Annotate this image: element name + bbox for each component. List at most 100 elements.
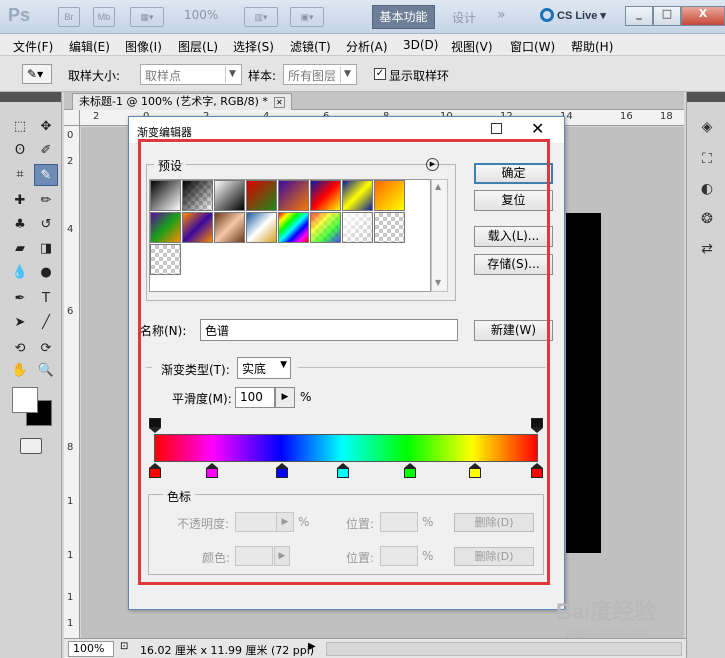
type-tool-icon[interactable]: T [34, 288, 58, 310]
delete-color-stop-button[interactable]: 删除(D) [454, 547, 534, 566]
quick-select-tool-icon[interactable]: ✐ [34, 140, 58, 162]
dock-header[interactable] [687, 92, 725, 102]
quick-mask-icon[interactable] [20, 438, 42, 454]
3d-orbit-tool-icon[interactable]: ⟳ [34, 338, 58, 360]
blur-tool-icon[interactable]: 💧 [8, 262, 32, 284]
preset-swatch[interactable] [374, 180, 405, 211]
reset-button[interactable]: 复位 [474, 190, 553, 211]
smoothness-input[interactable]: 100 [235, 387, 275, 408]
smoothness-slider-button[interactable]: ▶ [275, 387, 295, 408]
preset-swatch[interactable] [150, 180, 181, 211]
color-stop[interactable] [531, 463, 543, 478]
menu-analysis[interactable]: 分析(A) [346, 38, 388, 55]
gradient-type-select[interactable]: 实底 ▼ [237, 357, 291, 379]
gradient-preview-bar[interactable] [154, 434, 538, 462]
preset-swatch[interactable] [278, 180, 309, 211]
dialog-maximize-icon[interactable] [491, 123, 502, 134]
opacity-input[interactable] [235, 512, 277, 532]
preset-swatch[interactable] [342, 212, 373, 243]
marquee-tool-icon[interactable]: ⬚ [8, 116, 32, 138]
preset-swatch[interactable] [246, 212, 277, 243]
tools-panel-header[interactable] [0, 92, 61, 102]
dialog-title-bar[interactable]: 渐变编辑器 ✕ [129, 117, 564, 143]
load-button[interactable]: 载入(L)... [474, 226, 553, 247]
lasso-tool-icon[interactable]: ʘ [8, 140, 32, 162]
menu-3d[interactable]: 3D(D) [403, 38, 438, 52]
menu-window[interactable]: 窗口(W) [510, 38, 555, 55]
sample-size-select[interactable]: 取样点 ▼ [140, 64, 242, 85]
clone-stamp-tool-icon[interactable]: ♣ [8, 214, 32, 236]
preset-swatch[interactable] [182, 180, 213, 211]
bridge-button[interactable]: Br [58, 7, 80, 27]
close-tab-icon[interactable]: ✕ [273, 97, 285, 108]
canvas-document[interactable] [566, 213, 601, 553]
transform-panel-icon[interactable]: ⛶ [696, 148, 718, 170]
status-menu-arrow-icon[interactable]: ▶ [308, 641, 316, 652]
preset-swatch[interactable] [310, 180, 341, 211]
eyedropper-tool-icon[interactable]: ✎ [34, 164, 58, 186]
ok-button[interactable]: 确定 [474, 163, 553, 184]
view-extras-icon[interactable]: ▦▾ [130, 7, 164, 27]
minimize-button[interactable]: _ [625, 6, 653, 26]
maximize-button[interactable]: □ [653, 6, 681, 26]
brush-tool-icon[interactable]: ✏ [34, 190, 58, 212]
preset-swatch[interactable] [374, 212, 405, 243]
preset-swatch[interactable] [182, 212, 213, 243]
sample-select[interactable]: 所有图层 ▼ [283, 64, 357, 85]
color-stop[interactable] [404, 463, 416, 478]
workspace-essentials-button[interactable]: 基本功能 [372, 5, 435, 29]
menu-edit[interactable]: 编辑(E) [69, 38, 110, 55]
status-doc-icon[interactable]: ⊡ [120, 641, 128, 652]
preset-swatch[interactable] [214, 212, 245, 243]
minibridge-button[interactable]: Mb [93, 7, 115, 27]
workspace-more-icon[interactable]: » [497, 7, 506, 23]
tool-preset-picker[interactable]: ✎▾ [22, 64, 52, 84]
hand-tool-icon[interactable]: ✋ [8, 360, 32, 382]
preset-swatch[interactable] [278, 212, 309, 243]
history-brush-tool-icon[interactable]: ↺ [34, 214, 58, 236]
history-panel-icon[interactable]: ⇄ [696, 238, 718, 260]
scroll-up-icon[interactable]: ▲ [435, 182, 441, 191]
opacity-slider-button[interactable]: ▶ [276, 512, 294, 532]
preset-swatch[interactable] [150, 244, 181, 275]
crop-tool-icon[interactable]: ⌗ [8, 164, 32, 186]
save-button[interactable]: 存储(S)... [474, 254, 553, 275]
menu-select[interactable]: 选择(S) [233, 38, 274, 55]
preset-swatch[interactable] [246, 180, 277, 211]
preset-swatch[interactable] [342, 180, 373, 211]
zoom-level[interactable]: 100% [184, 8, 232, 22]
status-zoom-field[interactable]: 100% [68, 641, 114, 657]
foreground-color-swatch[interactable] [12, 387, 38, 413]
color-stop[interactable] [276, 463, 288, 478]
horizontal-scrollbar[interactable] [326, 642, 682, 656]
menu-image[interactable]: 图像(I) [125, 38, 162, 55]
3d-rotate-tool-icon[interactable]: ⟲ [8, 338, 32, 360]
dodge-tool-icon[interactable]: ● [34, 262, 58, 284]
color-swatch-field[interactable] [235, 546, 273, 566]
layers-panel-icon[interactable]: ◈ [696, 116, 718, 138]
new-button[interactable]: 新建(W) [474, 320, 553, 341]
workspace-design-button[interactable]: 设计 [452, 9, 476, 26]
menu-view[interactable]: 视图(V) [451, 38, 493, 55]
zoom-tool-icon[interactable]: 🔍 [34, 360, 58, 382]
preset-swatch[interactable] [214, 180, 245, 211]
color-stop[interactable] [469, 463, 481, 478]
close-button[interactable]: X [681, 6, 725, 26]
preset-swatch[interactable] [150, 212, 181, 243]
opacity-stop[interactable] [531, 418, 543, 433]
move-tool-icon[interactable]: ✥ [34, 116, 58, 138]
gradient-tool-icon[interactable]: ◨ [34, 238, 58, 260]
opacity-location-input[interactable] [380, 512, 418, 532]
menu-filter[interactable]: 滤镜(T) [290, 38, 331, 55]
opacity-stop[interactable] [149, 418, 161, 433]
cs-live-button[interactable]: CS Live ▾ [540, 8, 606, 22]
name-input[interactable]: 色谱 [200, 319, 458, 341]
menu-file[interactable]: 文件(F) [13, 38, 53, 55]
color-stop[interactable] [337, 463, 349, 478]
adjustments-panel-icon[interactable]: ◐ [696, 178, 718, 200]
eraser-tool-icon[interactable]: ▰ [8, 238, 32, 260]
presets-menu-icon[interactable]: ▶ [426, 158, 439, 171]
styles-panel-icon[interactable]: ❂ [696, 208, 718, 230]
presets-scrollbar[interactable]: ▲ ▼ [431, 179, 448, 292]
dialog-close-icon[interactable]: ✕ [531, 119, 544, 138]
